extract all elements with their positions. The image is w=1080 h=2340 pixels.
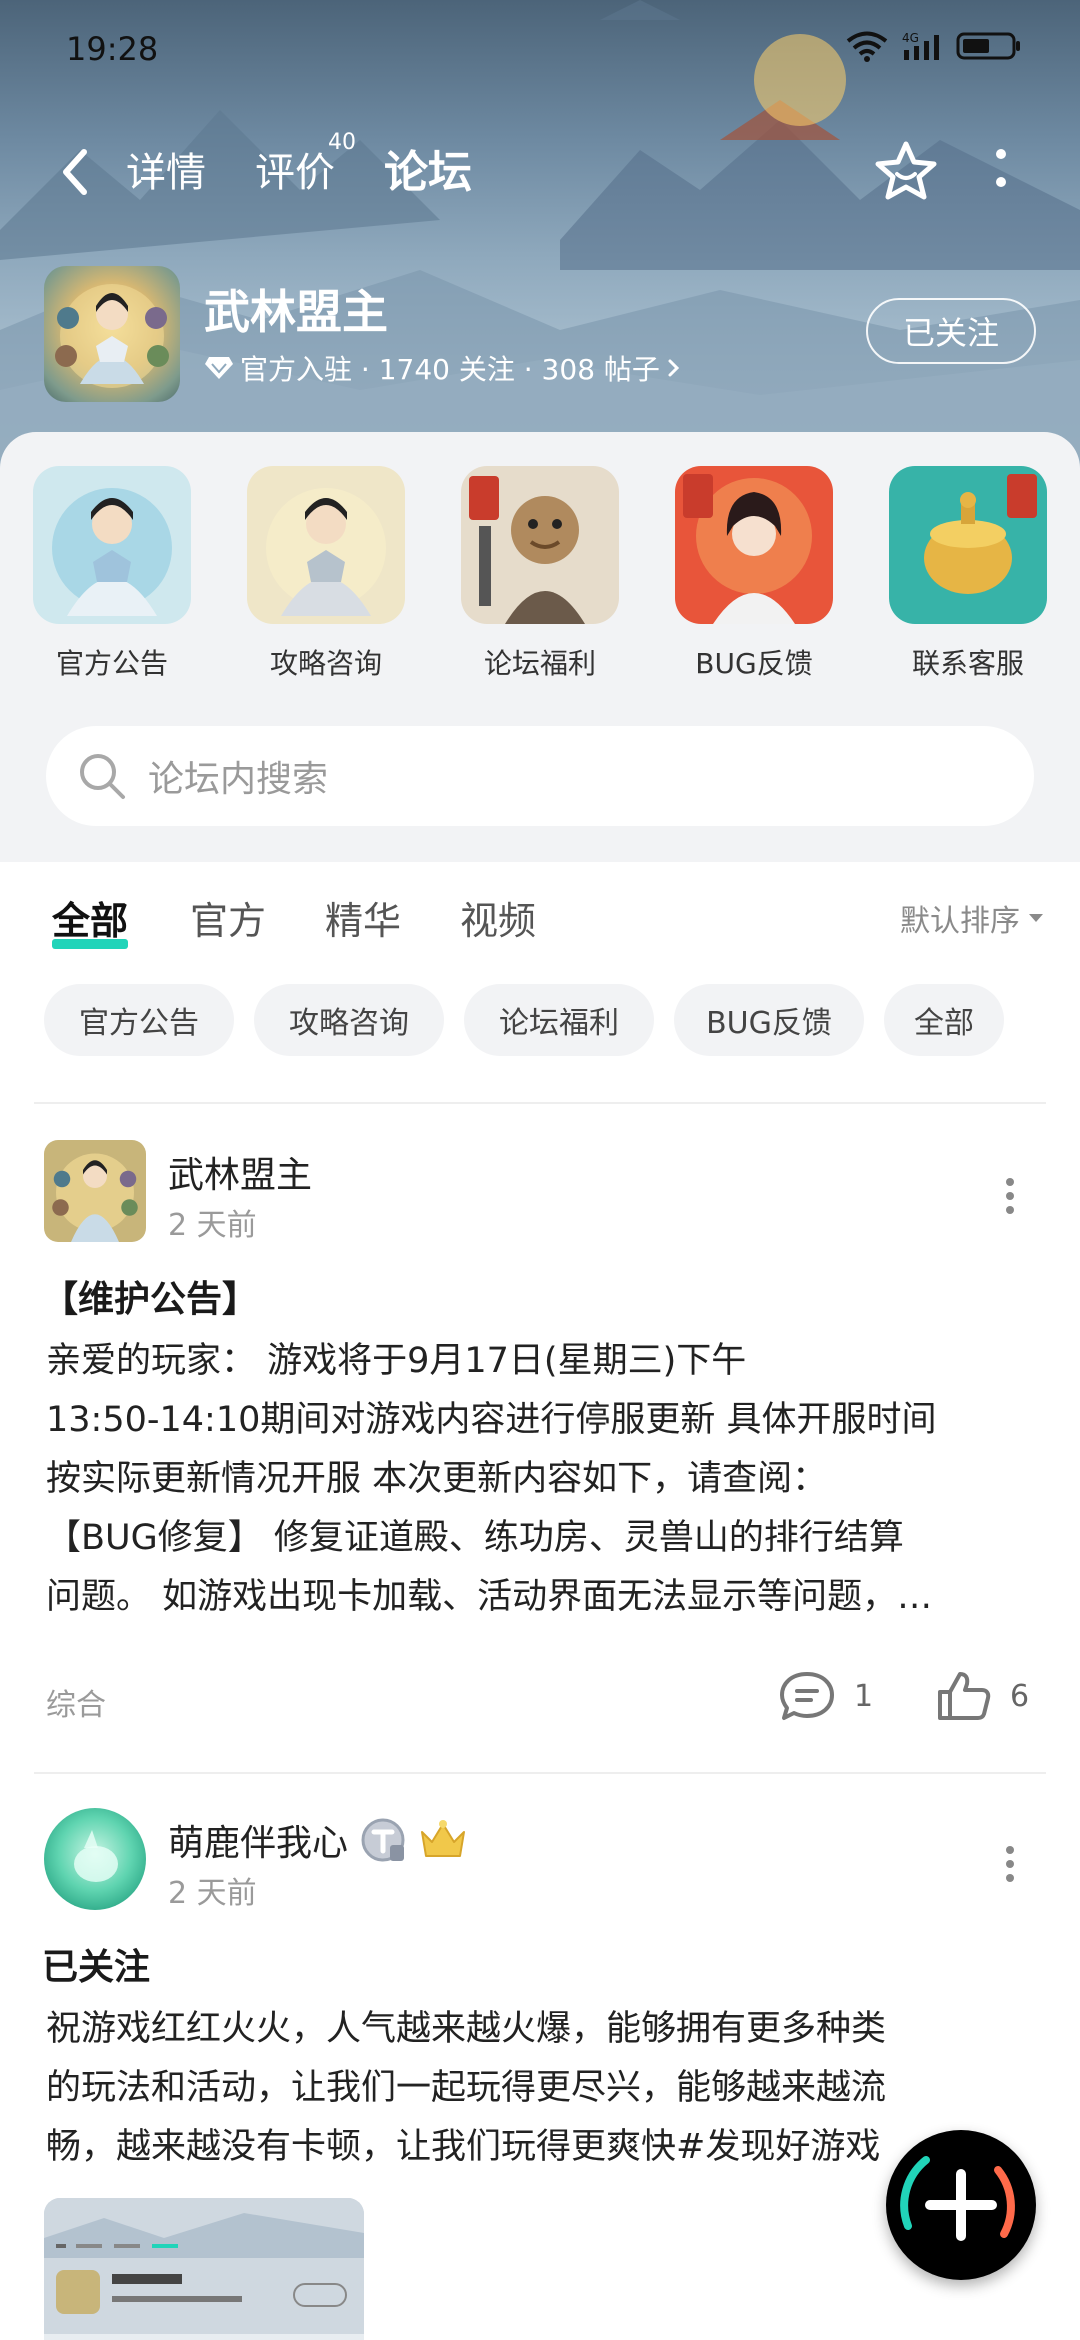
- author-avatar-art: [44, 1140, 146, 1242]
- post-body-line: 按实际更新情况开服 本次更新内容如下，请查阅：: [46, 1459, 828, 1499]
- search-input[interactable]: 论坛内搜索: [148, 750, 328, 802]
- post-time: 2 天前: [168, 1876, 257, 1911]
- post-body-line: 祝游戏红红火火，人气越来越火爆，能够拥有更多种类: [46, 2009, 887, 2049]
- chip-all[interactable]: 全部: [884, 984, 1004, 1056]
- like-count: 6: [1010, 1678, 1030, 1714]
- back-arrow-icon[interactable]: [52, 142, 96, 202]
- tab-forum[interactable]: 论坛: [384, 136, 472, 200]
- like-button[interactable]: 6: [936, 1670, 1029, 1722]
- post-body[interactable]: 亲爱的玩家： 游戏将于9月17日(星期三)下午 13:50-14:10期间对游戏…: [46, 1332, 1036, 1627]
- quick-link-label: 官方公告: [55, 647, 168, 680]
- comment-count: 1: [854, 1678, 874, 1714]
- tab-all-label: 全部: [52, 899, 129, 943]
- tab-featured[interactable]: 精华: [325, 890, 401, 945]
- level-badge-icon: [361, 1818, 405, 1862]
- post-body-line: 亲爱的玩家： 游戏将于9月17日(星期三)下午: [46, 1341, 747, 1381]
- post-author[interactable]: 萌鹿伴我心: [168, 1814, 468, 1866]
- comment-button[interactable]: 1: [778, 1670, 873, 1722]
- forum-search-bar[interactable]: 论坛内搜索: [46, 726, 1034, 826]
- comment-icon: [780, 1672, 834, 1720]
- sort-dropdown[interactable]: 默认排序: [900, 896, 1044, 940]
- author-avatar-art: [44, 1808, 146, 1910]
- post-more-icon[interactable]: [1000, 1842, 1020, 1892]
- game-meta-text: 官方入驻 · 1740 关注 · 308 帖子: [240, 353, 660, 386]
- svg-text:4G: 4G: [902, 31, 919, 45]
- announcements-icon: [33, 466, 191, 624]
- caret-down-icon: [1029, 914, 1043, 922]
- favorite-star-icon[interactable]: [872, 138, 940, 206]
- post-title[interactable]: 【维护公告】: [42, 1270, 258, 1322]
- post-body-line: 问题。 如游戏出现卡加载、活动界面无法显示等问题，…: [46, 1577, 933, 1617]
- post-card[interactable]: 武林盟主 2 天前 【维护公告】 亲爱的玩家： 游戏将于9月17日(星期三)下午…: [0, 1104, 1080, 1770]
- screenshot-preview: [44, 2198, 364, 2340]
- crown-icon: [421, 1820, 466, 1857]
- post-body-line: 的玩法和活动，让我们一起玩得更尽兴，能够越来越流: [46, 2068, 887, 2108]
- tab-forum-label: 论坛: [384, 147, 472, 198]
- top-navigation: 详情 评价 40 论坛: [0, 130, 1080, 214]
- tab-video[interactable]: 视频: [460, 890, 536, 945]
- post-category[interactable]: 综合: [46, 1680, 106, 1724]
- cellular-signal-icon: 4G: [902, 31, 939, 60]
- quick-link-label: 攻略咨询: [269, 647, 382, 680]
- post-time: 2 天前: [168, 1208, 257, 1243]
- guides-icon: [247, 466, 405, 624]
- post-body-line: 13:50-14:10期间对游戏内容进行停服更新 具体开服时间: [46, 1400, 937, 1440]
- more-options-icon[interactable]: [986, 144, 1016, 200]
- plus-icon: [900, 2156, 1015, 2241]
- category-chips: 官方公告 攻略咨询 论坛福利 BUG反馈 全部: [0, 984, 1080, 1056]
- game-title: 武林盟主: [204, 285, 388, 339]
- customer-service-icon: [889, 466, 1047, 624]
- verified-diamond-icon: [205, 357, 233, 379]
- chevron-right-icon: [668, 359, 680, 377]
- quick-link-customer-service[interactable]: 联系客服: [888, 466, 1048, 682]
- quick-link-label: BUG反馈: [695, 647, 813, 680]
- status-time: 19:28: [66, 30, 159, 68]
- game-logo[interactable]: [44, 266, 180, 402]
- chip-bug-report[interactable]: BUG反馈: [674, 984, 864, 1056]
- chip-announcements[interactable]: 官方公告: [44, 984, 234, 1056]
- battery-icon: [956, 32, 1020, 60]
- game-header: 武林盟主 官方入驻 · 1740 关注 · 308 帖子 已关注: [0, 258, 1080, 408]
- post-image-thumbnail[interactable]: [44, 2198, 364, 2340]
- quick-link-guides[interactable]: 攻略咨询: [246, 466, 406, 682]
- chip-forum-welfare[interactable]: 论坛福利: [464, 984, 654, 1056]
- post-title[interactable]: 已关注: [42, 1938, 150, 1990]
- bug-report-icon: [675, 466, 833, 624]
- avatar[interactable]: [44, 1140, 146, 1242]
- sort-label: 默认排序: [900, 904, 1020, 939]
- post-author-name: 萌鹿伴我心: [168, 1823, 349, 1864]
- quick-link-announcements[interactable]: 官方公告: [32, 466, 192, 682]
- forum-welfare-icon: [461, 466, 619, 624]
- quick-link-bug-report[interactable]: BUG反馈: [674, 466, 834, 682]
- forum-quick-panel: 官方公告 攻略咨询 论坛福利 BUG反馈 联系客服 论坛内搜索: [0, 432, 1080, 862]
- status-icons: 4G: [846, 30, 1022, 62]
- reviews-count-badge: 40: [328, 130, 356, 155]
- quick-link-label: 联系客服: [911, 647, 1024, 680]
- header-banner: 19:28 4G 详情 评价 40 论坛 武林盟主 官方入驻 · 1740 关注…: [0, 0, 1080, 470]
- create-post-button[interactable]: [886, 2130, 1036, 2280]
- tab-reviews[interactable]: 评价: [255, 140, 335, 198]
- chip-guides[interactable]: 攻略咨询: [254, 984, 444, 1056]
- tab-official[interactable]: 官方: [190, 890, 266, 945]
- search-icon: [80, 754, 125, 799]
- tab-details[interactable]: 详情: [126, 140, 206, 198]
- post-author[interactable]: 武林盟主: [168, 1146, 312, 1198]
- quick-link-label: 论坛福利: [483, 647, 596, 680]
- tab-all[interactable]: 全部: [52, 890, 129, 949]
- game-meta[interactable]: 官方入驻 · 1740 关注 · 308 帖子: [204, 348, 682, 388]
- status-bar: 19:28 4G: [0, 0, 1080, 104]
- avatar[interactable]: [44, 1808, 146, 1910]
- game-logo-art: [55, 284, 169, 388]
- quick-link-forum-welfare[interactable]: 论坛福利: [460, 466, 620, 682]
- follow-button[interactable]: 已关注: [866, 298, 1036, 364]
- post-author-name: 武林盟主: [168, 1155, 313, 1196]
- post-more-icon[interactable]: [1000, 1174, 1020, 1224]
- post-body-line: 【BUG修复】 修复证道殿、练功房、灵兽山的排行结算: [46, 1518, 904, 1558]
- filter-tabs: 全部 官方 精华 视频 默认排序: [0, 862, 1080, 966]
- thumbs-up-icon: [938, 1672, 991, 1720]
- wifi-icon: [846, 31, 888, 62]
